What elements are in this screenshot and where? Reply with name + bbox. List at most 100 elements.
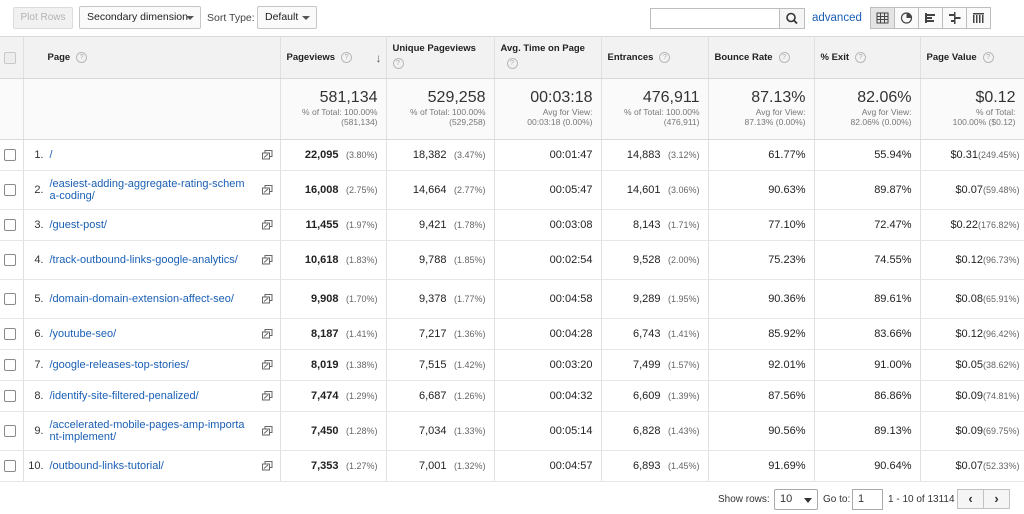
open-in-new-icon[interactable] bbox=[261, 185, 273, 195]
pivot-view-button[interactable] bbox=[966, 7, 991, 29]
open-in-new-icon[interactable] bbox=[261, 220, 273, 230]
row-checkbox[interactable] bbox=[4, 219, 16, 232]
exit-cell: 86.86% bbox=[814, 380, 921, 412]
next-page-button[interactable]: › bbox=[983, 489, 1010, 509]
unique-pageviews-cell: 7,217 (1.36%) bbox=[386, 318, 495, 350]
performance-view-button[interactable] bbox=[918, 7, 943, 29]
select-all-cell bbox=[0, 36, 24, 79]
row-checkbox[interactable] bbox=[4, 390, 16, 403]
entrances-percent: (3.12%) bbox=[667, 150, 700, 160]
open-in-new-icon[interactable] bbox=[261, 150, 273, 160]
bounce-rate-value: 85.92% bbox=[768, 328, 806, 340]
help-icon[interactable]: ? bbox=[506, 58, 518, 69]
page-cell: 10. /outbound-links-tutorial/ bbox=[23, 450, 281, 482]
total-sub: Avg for View: bbox=[542, 107, 593, 117]
entrances-cell: 9,289 (1.95%) bbox=[601, 279, 709, 319]
open-in-new-icon[interactable] bbox=[261, 391, 273, 401]
bounce-rate-cell: 90.63% bbox=[708, 170, 815, 210]
bounce-rate-cell: 87.56% bbox=[708, 380, 815, 412]
row-checkbox[interactable] bbox=[4, 293, 16, 306]
page-link[interactable]: / bbox=[50, 149, 250, 161]
avg-time-cell: 00:03:08 bbox=[494, 209, 602, 241]
pageviews-value: 22,095 bbox=[304, 149, 339, 161]
advanced-filter-link[interactable]: advanced bbox=[812, 12, 862, 24]
page-link[interactable]: /youtube-seo/ bbox=[50, 328, 250, 340]
table-search-input[interactable] bbox=[650, 8, 780, 29]
row-index: 8. bbox=[34, 390, 44, 402]
help-icon[interactable]: ? bbox=[341, 51, 353, 63]
row-checkbox[interactable] bbox=[4, 328, 16, 341]
sort-type-dropdown[interactable]: Default bbox=[257, 6, 317, 29]
help-icon[interactable]: ? bbox=[778, 51, 790, 63]
open-in-new-icon[interactable] bbox=[261, 360, 273, 370]
header-unique-pageviews[interactable]: Unique Pageviews ? bbox=[386, 36, 495, 79]
header-page[interactable]: Page? bbox=[23, 36, 281, 79]
open-in-new-icon[interactable] bbox=[261, 329, 273, 339]
header-page-value[interactable]: Page Value? bbox=[920, 36, 1024, 79]
page-link[interactable]: /guest-post/ bbox=[50, 219, 250, 231]
open-in-new-icon[interactable] bbox=[261, 461, 273, 471]
row-checkbox[interactable] bbox=[4, 184, 16, 197]
help-icon[interactable]: ? bbox=[76, 51, 88, 63]
pageviews-value: 7,353 bbox=[310, 460, 339, 472]
pageviews-value: 10,618 bbox=[304, 254, 339, 266]
row-select-cell bbox=[0, 450, 24, 482]
row-select-cell bbox=[0, 209, 24, 241]
goto-input[interactable]: 1 bbox=[852, 489, 883, 510]
secondary-dimension-dropdown[interactable]: Secondary dimension bbox=[79, 6, 201, 29]
header-exit[interactable]: % Exit? bbox=[814, 36, 921, 79]
prev-page-button[interactable]: ‹ bbox=[957, 489, 984, 509]
search-icon bbox=[786, 12, 798, 25]
page-value-value: $0.22 bbox=[950, 219, 978, 231]
row-checkbox[interactable] bbox=[4, 254, 16, 267]
header-avg-time[interactable]: Avg. Time on Page ? bbox=[494, 36, 602, 79]
unique-pageviews-cell: 7,001 (1.32%) bbox=[386, 450, 495, 482]
open-in-new-icon[interactable] bbox=[261, 294, 273, 304]
header-bounce-rate[interactable]: Bounce Rate? bbox=[708, 36, 815, 79]
entrances-value: 9,289 bbox=[632, 293, 661, 305]
plot-rows-button[interactable]: Plot Rows bbox=[13, 7, 73, 29]
help-icon[interactable]: ? bbox=[982, 51, 994, 63]
comparison-view-button[interactable] bbox=[942, 7, 967, 29]
show-rows-label: Show rows: bbox=[718, 494, 770, 505]
page-link[interactable]: /identify-site-filtered-penalized/ bbox=[50, 390, 250, 402]
entrances-value: 6,828 bbox=[632, 425, 661, 437]
page-link[interactable]: /google-releases-top-stories/ bbox=[50, 359, 250, 371]
select-all-checkbox[interactable] bbox=[4, 51, 16, 64]
help-icon[interactable]: ? bbox=[855, 51, 867, 63]
pageviews-value: 8,187 bbox=[310, 328, 339, 340]
help-icon[interactable]: ? bbox=[659, 51, 671, 63]
open-in-new-icon[interactable] bbox=[261, 255, 273, 265]
help-icon[interactable]: ? bbox=[392, 58, 404, 69]
row-select-cell bbox=[0, 139, 24, 171]
open-in-new-icon[interactable] bbox=[261, 426, 273, 436]
page-link[interactable]: /domain-domain-extension-affect-seo/ bbox=[50, 293, 250, 305]
unique-pageviews-value: 9,788 bbox=[418, 254, 447, 266]
row-checkbox[interactable] bbox=[4, 460, 16, 473]
search-button[interactable] bbox=[779, 8, 805, 29]
header-bounce-rate-label: Bounce Rate bbox=[714, 52, 773, 63]
bounce-rate-cell: 90.56% bbox=[708, 411, 815, 451]
avg-time-cell: 00:02:54 bbox=[494, 240, 602, 280]
row-checkbox[interactable] bbox=[4, 149, 16, 162]
header-entrances[interactable]: Entrances? bbox=[601, 36, 709, 79]
entrances-cell: 8,143 (1.71%) bbox=[601, 209, 709, 241]
row-select-cell bbox=[0, 318, 24, 350]
exit-cell: 83.66% bbox=[814, 318, 921, 350]
avg-time-cell: 00:04:32 bbox=[494, 380, 602, 412]
page-link[interactable]: /easiest-adding-aggregate-rating-schema-… bbox=[50, 178, 250, 202]
table-row: 7. /google-releases-top-stories/ 8,019 (1… bbox=[0, 349, 1024, 381]
view-toggle-group bbox=[870, 7, 991, 29]
header-pageviews[interactable]: Pageviews? ↓ bbox=[280, 36, 387, 79]
page-link[interactable]: /track-outbound-links-google-analytics/ bbox=[50, 254, 250, 266]
page-link[interactable]: /outbound-links-tutorial/ bbox=[50, 460, 250, 472]
pie-view-button[interactable] bbox=[894, 7, 919, 29]
table-view-button[interactable] bbox=[870, 7, 895, 29]
show-rows-select[interactable]: 10 bbox=[774, 489, 818, 510]
bounce-rate-cell: 90.36% bbox=[708, 279, 815, 319]
page-link[interactable]: /accelerated-mobile-pages-amp-important-… bbox=[50, 419, 250, 443]
bounce-rate-value: 92.01% bbox=[768, 359, 806, 371]
row-checkbox[interactable] bbox=[4, 425, 16, 438]
secondary-dimension-label: Secondary dimension bbox=[87, 11, 188, 23]
row-checkbox[interactable] bbox=[4, 359, 16, 372]
